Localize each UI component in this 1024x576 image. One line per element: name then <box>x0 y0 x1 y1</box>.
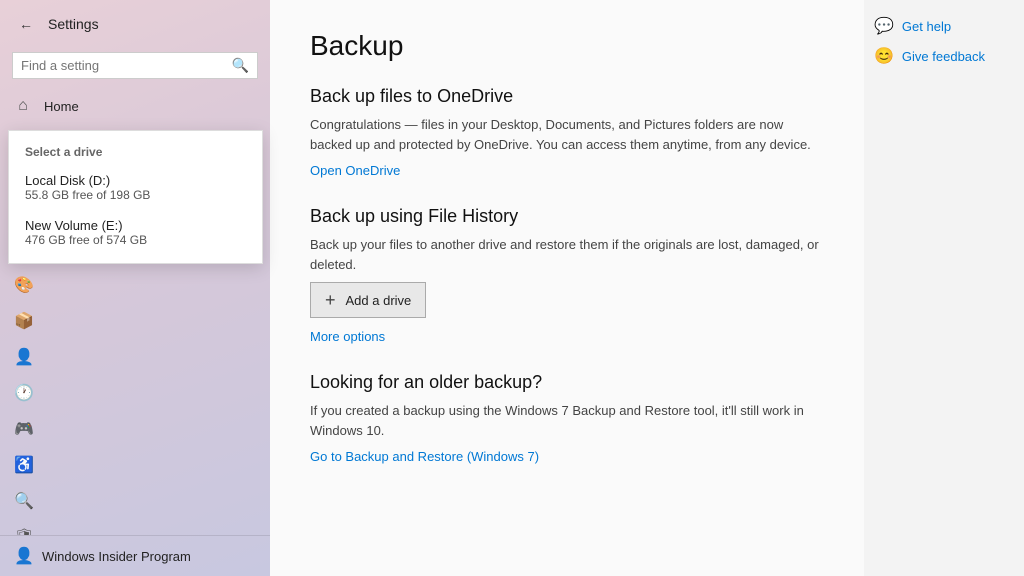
personalization-icon: 🎨 <box>14 275 32 295</box>
cortana-icon: 🔍 <box>14 491 32 511</box>
search-box: 🔍 <box>12 52 258 79</box>
help-panel: 💬 Get help 😊 Give feedback <box>864 0 1024 576</box>
sidebar-item-ease[interactable]: ♿ <box>0 447 270 483</box>
sidebar-item-home[interactable]: ⌂ Home <box>0 89 270 123</box>
sidebar-item-time[interactable]: 🕐 <box>0 375 270 411</box>
accounts-icon: 👤 <box>14 347 32 367</box>
plus-icon: + <box>325 291 336 309</box>
sidebar-footer-wip[interactable]: 👤 Windows Insider Program <box>0 535 270 576</box>
search-icon: 🔍 <box>232 57 249 74</box>
get-help-link[interactable]: 💬 Get help <box>874 16 1014 36</box>
back-button[interactable]: ← <box>12 10 40 38</box>
time-icon: 🕐 <box>14 383 32 403</box>
gaming-icon: 🎮 <box>14 419 32 439</box>
apps-icon: 📦 <box>14 311 32 331</box>
privacy-icon: 🛡 <box>14 527 32 535</box>
file-history-desc: Back up your files to another drive and … <box>310 235 824 274</box>
onedrive-desc: Congratulations — files in your Desktop,… <box>310 115 824 154</box>
file-history-section: Back up using File History Back up your … <box>310 206 824 344</box>
backup-restore-link[interactable]: Go to Backup and Restore (Windows 7) <box>310 449 539 464</box>
ease-icon: ♿ <box>14 455 32 475</box>
sidebar-item-apps[interactable]: 📦 <box>0 303 270 339</box>
sidebar-item-accounts[interactable]: 👤 <box>0 339 270 375</box>
drive-dropdown: Select a drive Local Disk (D:) 55.8 GB f… <box>8 130 263 264</box>
drive-option-d[interactable]: Local Disk (D:) 55.8 GB free of 198 GB <box>9 165 262 210</box>
search-input[interactable] <box>21 58 226 73</box>
sidebar-header: ← Settings <box>0 0 270 48</box>
older-backup-desc: If you created a backup using the Window… <box>310 401 824 440</box>
home-icon: ⌂ <box>14 97 32 115</box>
give-feedback-link[interactable]: 😊 Give feedback <box>874 46 1014 66</box>
sidebar-item-home-label: Home <box>44 99 79 114</box>
sidebar: ← Settings 🔍 ⌂ Home 🖥 🖨 📱 🌐 🎨 📦 👤 <box>0 0 270 576</box>
drive-d-info: 55.8 GB free of 198 GB <box>25 188 246 202</box>
drive-option-e[interactable]: New Volume (E:) 476 GB free of 574 GB <box>9 210 262 255</box>
get-help-icon: 💬 <box>874 16 894 36</box>
drive-e-info: 476 GB free of 574 GB <box>25 233 246 247</box>
sidebar-item-cortana[interactable]: 🔍 <box>0 483 270 519</box>
main-content: Backup Back up files to OneDrive Congrat… <box>270 0 864 576</box>
give-feedback-icon: 😊 <box>874 46 894 66</box>
wip-label: Windows Insider Program <box>42 549 191 564</box>
give-feedback-label: Give feedback <box>902 49 985 64</box>
get-help-label: Get help <box>902 19 951 34</box>
file-history-title: Back up using File History <box>310 206 824 227</box>
older-backup-title: Looking for an older backup? <box>310 372 824 393</box>
older-backup-section: Looking for an older backup? If you crea… <box>310 372 824 464</box>
sidebar-item-privacy[interactable]: 🛡 <box>0 519 270 535</box>
onedrive-section: Back up files to OneDrive Congratulation… <box>310 86 824 178</box>
sidebar-item-personalization[interactable]: 🎨 <box>0 267 270 303</box>
dropdown-label: Select a drive <box>9 139 262 165</box>
settings-title: Settings <box>48 16 99 32</box>
drive-d-name: Local Disk (D:) <box>25 173 246 188</box>
add-drive-button[interactable]: + Add a drive <box>310 282 426 318</box>
page-title: Backup <box>310 30 824 62</box>
wip-icon: 👤 <box>14 546 32 566</box>
add-drive-label: Add a drive <box>346 293 412 308</box>
open-onedrive-link[interactable]: Open OneDrive <box>310 163 400 178</box>
more-options-link[interactable]: More options <box>310 329 385 344</box>
drive-e-name: New Volume (E:) <box>25 218 246 233</box>
onedrive-title: Back up files to OneDrive <box>310 86 824 107</box>
sidebar-item-gaming[interactable]: 🎮 <box>0 411 270 447</box>
